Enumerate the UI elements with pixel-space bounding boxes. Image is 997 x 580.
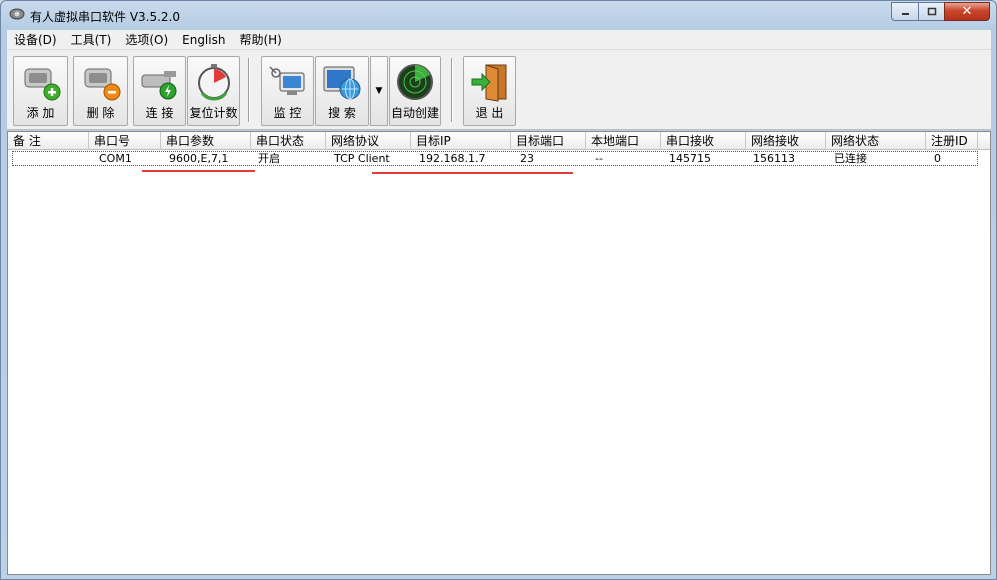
- column-header-port[interactable]: 串口号: [89, 132, 161, 150]
- title-bar[interactable]: 有人虚拟串口软件 V3.5.2.0 ✕: [1, 1, 996, 29]
- column-header-protocol[interactable]: 网络协议: [326, 132, 411, 150]
- caption-buttons: ✕: [891, 2, 990, 21]
- column-header-port-status[interactable]: 串口状态: [251, 132, 326, 150]
- toolbar: 添 加 删 除 连 接 复位计数 监 控 搜 索 ▼ 自动创建 退 出: [7, 50, 991, 130]
- connect-label: 连 接: [145, 106, 174, 120]
- column-header-reg-id[interactable]: 注册ID: [926, 132, 978, 150]
- auto-create-label: 自动创建: [390, 106, 439, 120]
- connect-button[interactable]: 连 接: [133, 56, 186, 126]
- remove-device-icon: [79, 61, 123, 103]
- monitor-label: 监 控: [273, 106, 302, 120]
- reset-count-button[interactable]: 复位计数: [187, 56, 240, 126]
- radar-icon: [393, 61, 437, 103]
- table-row[interactable]: COM1 9600,E,7,1 开启 TCP Client 192.168.1.…: [12, 151, 978, 166]
- restore-icon: [927, 7, 936, 16]
- monitor-icon: [266, 61, 310, 103]
- app-window: 有人虚拟串口软件 V3.5.2.0 ✕ 设备(D) 工具(T) 选项(O) En…: [0, 0, 997, 580]
- column-header-params[interactable]: 串口参数: [161, 132, 251, 150]
- list-header: 备 注 串口号 串口参数 串口状态 网络协议 目标IP 目标端口 本地端口 串口…: [8, 132, 990, 150]
- cell-target-ip: 192.168.1.7: [419, 152, 486, 165]
- cell-reg-id: 0: [934, 152, 941, 165]
- exit-label: 退 出: [475, 106, 504, 120]
- menu-help[interactable]: 帮助(H): [232, 31, 288, 48]
- cell-protocol: TCP Client: [334, 152, 390, 165]
- menu-device[interactable]: 设备(D): [7, 31, 64, 48]
- monitor-button[interactable]: 监 控: [261, 56, 314, 126]
- search-label: 搜 索: [328, 106, 356, 120]
- minimize-button[interactable]: [891, 2, 918, 21]
- cell-local-port: --: [595, 152, 603, 165]
- exit-door-icon: [468, 61, 512, 103]
- delete-label: 删 除: [86, 106, 115, 120]
- column-header-serial-rx[interactable]: 串口接收: [661, 132, 746, 150]
- reset-count-label: 复位计数: [189, 106, 238, 120]
- maximize-button[interactable]: [918, 2, 944, 21]
- menu-bar: 设备(D) 工具(T) 选项(O) English 帮助(H): [7, 30, 991, 50]
- cell-params: 9600,E,7,1: [169, 152, 229, 165]
- toolbar-separator: [248, 58, 250, 122]
- add-label: 添 加: [26, 106, 55, 120]
- window-title: 有人虚拟串口软件 V3.5.2.0: [30, 10, 181, 24]
- close-icon: ✕: [961, 4, 973, 19]
- auto-create-button[interactable]: 自动创建: [389, 56, 441, 126]
- target-highlight-underline: [372, 172, 573, 174]
- connect-icon: [138, 61, 182, 103]
- search-dropdown-button[interactable]: ▼: [370, 56, 388, 126]
- column-header-target-port[interactable]: 目标端口: [511, 132, 586, 150]
- cell-serial-rx: 145715: [669, 152, 711, 165]
- delete-button[interactable]: 删 除: [73, 56, 128, 126]
- cell-target-port: 23: [520, 152, 534, 165]
- column-header-net-status[interactable]: 网络状态: [826, 132, 926, 150]
- add-button[interactable]: 添 加: [13, 56, 68, 126]
- chevron-down-icon: ▼: [375, 86, 383, 96]
- search-globe-icon: [320, 61, 364, 103]
- exit-button[interactable]: 退 出: [463, 56, 516, 126]
- cell-net-rx: 156113: [753, 152, 795, 165]
- params-highlight-underline: [142, 170, 255, 172]
- column-header-note[interactable]: 备 注: [8, 132, 89, 150]
- column-header-target-ip[interactable]: 目标IP: [411, 132, 511, 150]
- menu-options[interactable]: 选项(O): [118, 31, 175, 48]
- column-header-net-rx[interactable]: 网络接收: [746, 132, 826, 150]
- reset-timer-icon: [192, 61, 236, 103]
- menu-tools[interactable]: 工具(T): [64, 31, 119, 48]
- search-button[interactable]: 搜 索: [315, 56, 369, 126]
- cell-port: COM1: [99, 152, 132, 165]
- cell-net-status: 已连接: [834, 152, 867, 165]
- minimize-icon: [901, 13, 909, 15]
- cell-port-status: 开启: [258, 152, 280, 165]
- port-list[interactable]: 备 注 串口号 串口参数 串口状态 网络协议 目标IP 目标端口 本地端口 串口…: [7, 131, 991, 575]
- close-button[interactable]: ✕: [944, 2, 990, 21]
- column-header-local-port[interactable]: 本地端口: [586, 132, 661, 150]
- toolbar-separator: [451, 58, 453, 122]
- menu-english[interactable]: English: [175, 33, 232, 47]
- add-device-icon: [19, 61, 63, 103]
- app-icon: [9, 7, 25, 21]
- cell-note: [17, 152, 87, 166]
